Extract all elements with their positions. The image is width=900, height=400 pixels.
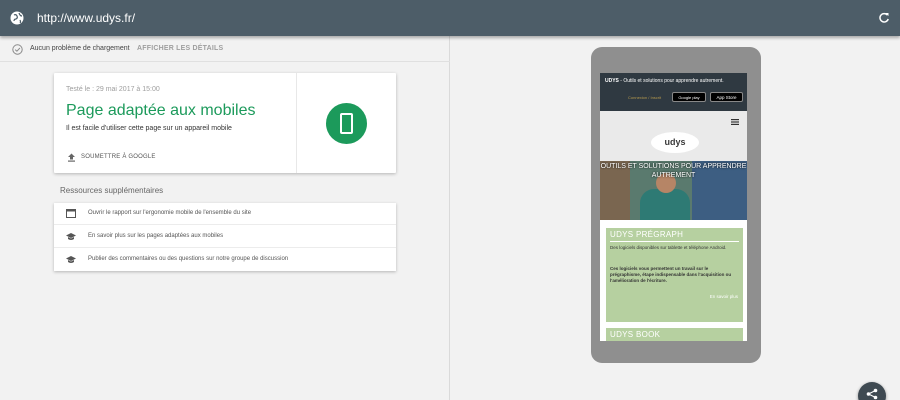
browser-window-icon	[66, 209, 76, 218]
site-top-bar: UDYS - Outils et solutions pour apprendr…	[600, 73, 747, 111]
globe-icon	[10, 11, 24, 25]
hamburger-menu-icon	[731, 119, 739, 125]
resource-item[interactable]: Publier des commentaires ou des question…	[54, 249, 396, 271]
mobile-phone-badge-icon	[326, 103, 367, 144]
site-login-link: Connexion / Inscrit	[628, 95, 662, 100]
rendered-page-screenshot[interactable]: UDYS - Outils et solutions pour apprendr…	[600, 73, 747, 341]
resources-list: Ouvrir le rapport sur l'ergonomie mobile…	[54, 203, 396, 271]
test-date: Testé le : 29 mai 2017 à 15:00	[66, 86, 160, 93]
graduation-cap-icon	[66, 256, 76, 263]
resource-item[interactable]: En savoir plus sur les pages adaptées au…	[54, 226, 396, 248]
check-circle-icon	[12, 44, 23, 55]
app-store-badge: App Store	[710, 92, 743, 102]
resource-item-label[interactable]: Ouvrir le rapport sur l'ergonomie mobile…	[88, 210, 251, 216]
phone-icon	[340, 113, 353, 134]
results-pane: Aucun problème de chargement AFFICHER LE…	[0, 36, 450, 400]
show-details-link[interactable]: AFFICHER LES DÉTAILS	[137, 45, 223, 52]
box-title: UDYS BOOK	[610, 330, 661, 339]
submit-to-google-button[interactable]: SOUMETTRE À GOOGLE	[81, 154, 156, 160]
phone-frame: UDYS - Outils et solutions pour apprendr…	[591, 47, 761, 363]
udys-logo: udys	[651, 132, 699, 153]
learn-more-link: En savoir plus	[709, 294, 738, 299]
pregraph-box: UDYS PRÉGRAPH Des logiciels disponibles …	[606, 228, 743, 322]
preview-pane: UDYS - Outils et solutions pour apprendr…	[451, 36, 900, 400]
status-bar: Aucun problème de chargement AFFICHER LE…	[0, 36, 450, 62]
card-divider	[296, 73, 297, 173]
resources-title: Ressources supplémentaires	[60, 186, 164, 195]
share-icon	[866, 388, 878, 400]
upload-icon[interactable]	[67, 153, 76, 162]
resource-item[interactable]: Ouvrir le rapport sur l'ergonomie mobile…	[54, 203, 396, 225]
graduation-cap-icon	[66, 233, 76, 240]
hero-text: OUTILS ET SOLUTIONS POUR APPRENDRE AUTRE…	[600, 163, 747, 179]
site-tagline: UDYS - Outils et solutions pour apprendr…	[605, 78, 724, 84]
address-bar: http://www.udys.fr/	[0, 0, 900, 36]
refresh-icon[interactable]	[878, 12, 890, 24]
box-text-bold: Ces logiciels vous permettent un travail…	[610, 266, 732, 283]
box-title: UDYS PRÉGRAPH	[610, 230, 684, 239]
mobile-friendly-card: Testé le : 29 mai 2017 à 15:00 Page adap…	[54, 73, 396, 173]
result-title: Page adaptée aux mobiles	[66, 102, 256, 119]
udys-book-box: UDYS BOOK	[606, 328, 743, 341]
result-subtitle: Il est facile d'utiliser cette page sur …	[66, 125, 232, 132]
resource-item-label[interactable]: En savoir plus sur les pages adaptées au…	[88, 233, 223, 239]
site-header: udys	[600, 111, 747, 161]
box-text: Des logiciels disponibles sur tablette e…	[610, 245, 727, 250]
url-text[interactable]: http://www.udys.fr/	[37, 11, 135, 25]
status-text: Aucun problème de chargement	[30, 45, 130, 52]
google-play-badge: Google play	[672, 92, 706, 102]
site-hero-image: OUTILS ET SOLUTIONS POUR APPRENDRE AUTRE…	[600, 161, 747, 220]
resource-item-label[interactable]: Publier des commentaires ou des question…	[88, 256, 288, 262]
